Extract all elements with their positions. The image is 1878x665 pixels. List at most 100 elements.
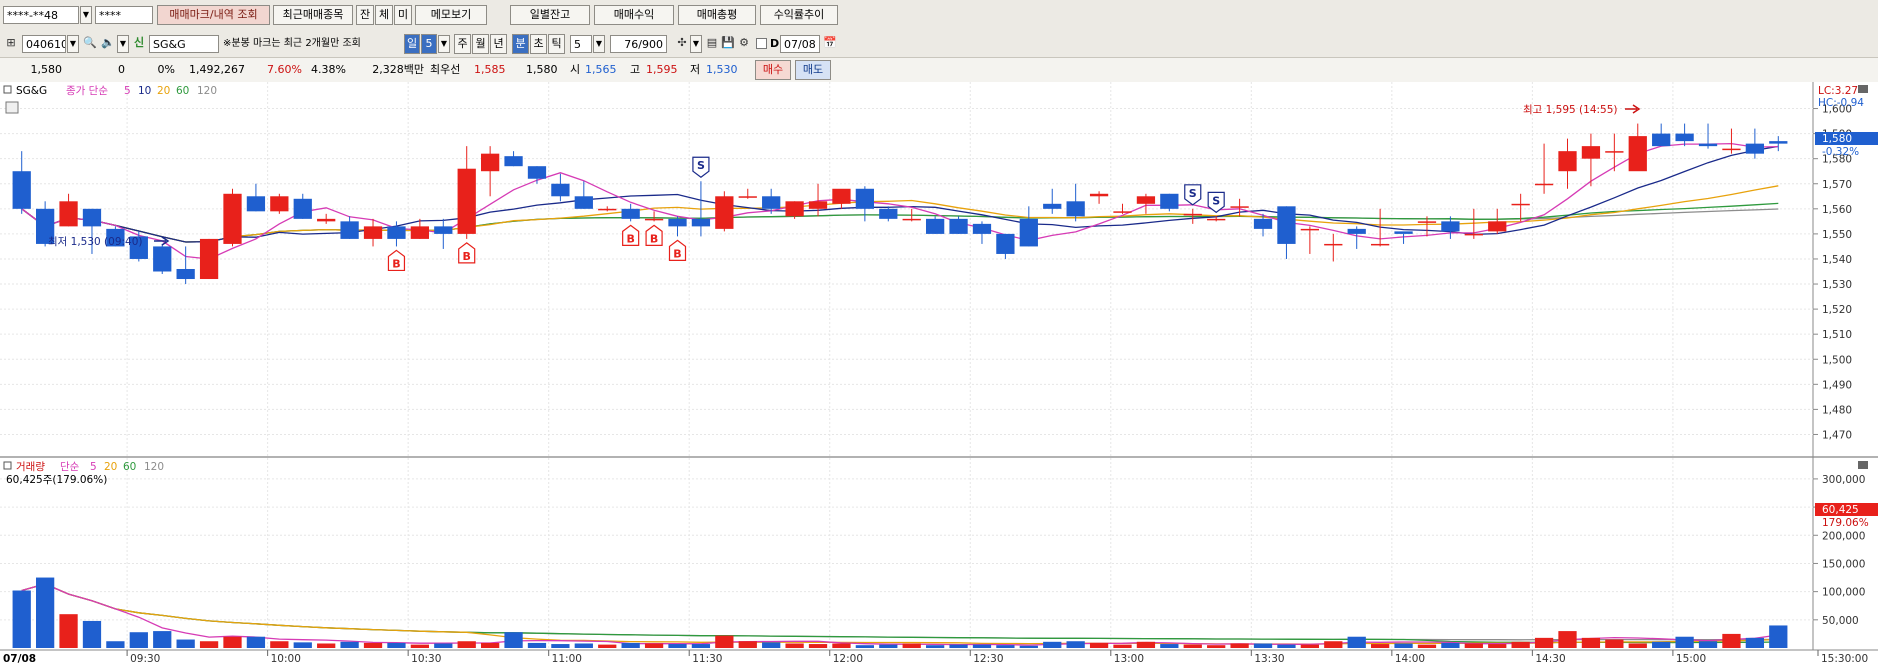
return-trend-button[interactable]: 수익률추이 <box>760 5 838 25</box>
volume-tick-label: 100,000 <box>1822 587 1865 599</box>
period-year-button[interactable]: 년 <box>490 34 507 54</box>
trade-summary-button[interactable]: 매매총평 <box>678 5 756 25</box>
ma60-legend: 60 <box>176 85 189 97</box>
account-field[interactable]: ****-**48 <box>3 6 79 24</box>
volume-bar <box>855 645 875 648</box>
period-day-count[interactable]: 5 <box>421 34 437 54</box>
save-icon[interactable]: 💾 <box>720 35 736 51</box>
search-icon[interactable]: 🔍 <box>82 35 98 51</box>
volume-bar <box>1558 631 1577 648</box>
balance-button[interactable]: 잔 <box>356 5 374 25</box>
period-month-button[interactable]: 월 <box>472 34 489 54</box>
price-tick-label: 1,530 <box>1822 279 1852 291</box>
volume-bar <box>668 644 687 648</box>
candle-body <box>1394 231 1413 234</box>
sell-button[interactable]: 매도 <box>795 60 831 80</box>
volume-bar <box>1581 637 1601 648</box>
volume-bar <box>410 644 430 648</box>
interval-field[interactable]: 5 <box>570 35 592 53</box>
volume-bar <box>1675 636 1694 648</box>
period-minute-button[interactable]: 분 <box>512 34 529 54</box>
password-field[interactable]: **** <box>95 6 153 24</box>
period-dropdown-arrow[interactable]: ▼ <box>438 35 450 53</box>
candle-body <box>317 218 336 222</box>
stock-name-field[interactable]: SG&G <box>149 35 219 53</box>
candle-body <box>153 246 172 272</box>
candle-body <box>738 196 757 198</box>
candle-body <box>925 218 945 234</box>
candle-body <box>762 196 781 209</box>
trade-mark-query-button[interactable]: 매매마크/내역 조회 <box>157 5 270 25</box>
grid-toggle-icon[interactable] <box>5 101 19 114</box>
volume-bar <box>317 643 336 648</box>
volume-bar <box>1534 637 1554 648</box>
ma10-legend: 10 <box>138 85 151 97</box>
volume-bar <box>1441 642 1460 648</box>
turnover-rate: 7.60% <box>267 63 302 76</box>
date-field[interactable]: 07/08 <box>780 35 820 53</box>
time-tick-label: 13:00 <box>1114 653 1144 665</box>
candle-body <box>551 183 570 197</box>
candle-body <box>410 226 430 239</box>
buy-button[interactable]: 매수 <box>755 60 791 80</box>
volume-bar <box>1277 644 1296 648</box>
speaker-icon[interactable]: 🔈 <box>100 35 116 51</box>
candle-body <box>785 201 804 217</box>
volume-bar <box>1324 641 1343 648</box>
sound-dropdown-arrow[interactable]: ▼ <box>117 35 129 53</box>
time-tick-label: 12:00 <box>833 653 863 665</box>
candle-body <box>574 196 593 209</box>
price-volume-chart[interactable]: BBBBBSSS 1,6001,5901,5801,5701,5601,5501… <box>0 82 1878 665</box>
candle-body <box>1534 183 1554 186</box>
period-day-button[interactable]: 일 <box>404 34 420 54</box>
gear-icon[interactable]: ⚙ <box>736 35 752 51</box>
volume-bar <box>59 614 78 648</box>
volume-bar <box>387 642 406 648</box>
change-percent: 0% <box>157 63 175 76</box>
candle-body <box>480 153 500 172</box>
volume-bar <box>785 643 804 648</box>
stock-code-field[interactable]: 040610 <box>22 35 66 53</box>
crosshair-icon[interactable]: ✣ <box>674 35 690 51</box>
candle-body <box>949 218 968 234</box>
current-price: 1,580 <box>30 63 63 76</box>
date-checkbox[interactable] <box>756 38 767 49</box>
volume-legend-label: 거래량 <box>16 461 45 473</box>
period-week-button[interactable]: 주 <box>454 34 471 54</box>
period-tick-button[interactable]: 틱 <box>548 34 565 54</box>
candle-body <box>715 196 734 229</box>
tool-dropdown-arrow[interactable]: ▼ <box>690 35 702 53</box>
filled-button[interactable]: 체 <box>375 5 393 25</box>
volume-bar <box>1300 644 1320 648</box>
time-tick-label: 15:30:00 <box>1821 653 1868 665</box>
open-price: 1,565 <box>585 63 617 76</box>
print-icon[interactable]: ▤ <box>704 35 720 51</box>
volume-bar <box>972 644 992 648</box>
volume-bar <box>832 643 851 648</box>
x-axis-date: 07/08 <box>3 653 36 665</box>
memo-button[interactable]: 메모보기 <box>415 5 487 25</box>
stock-code-dropdown-arrow[interactable]: ▼ <box>67 35 79 53</box>
volume-bar <box>621 642 640 648</box>
account-dropdown-arrow[interactable]: ▼ <box>80 6 92 24</box>
time-tick-label: 10:30 <box>411 653 441 665</box>
vol-ma5-legend: 5 <box>90 461 97 473</box>
mark-notice: ※분봉 마크는 최근 2개월만 조회 <box>223 38 361 49</box>
price-tick-label: 1,470 <box>1822 429 1852 441</box>
ma20-legend: 20 <box>157 85 170 97</box>
layout-icon[interactable]: ⊞ <box>3 35 19 51</box>
candle-body <box>1675 133 1694 142</box>
calendar-icon[interactable]: 📅 <box>822 35 838 51</box>
data-count-field[interactable]: 76/900 <box>610 35 667 53</box>
trade-profit-button[interactable]: 매매수익 <box>594 5 674 25</box>
buy-mark-label: B <box>463 250 471 263</box>
volume-bar <box>504 632 523 648</box>
recent-stocks-button[interactable]: 최근매매종목 <box>273 5 353 25</box>
interval-dropdown-arrow[interactable]: ▼ <box>593 35 605 53</box>
unfilled-button[interactable]: 미 <box>394 5 412 25</box>
period-second-button[interactable]: 초 <box>530 34 547 54</box>
candle-body <box>879 208 898 219</box>
daily-balance-button[interactable]: 일별잔고 <box>510 5 590 25</box>
candle-body <box>1136 196 1156 204</box>
volume-bar <box>1698 641 1718 648</box>
